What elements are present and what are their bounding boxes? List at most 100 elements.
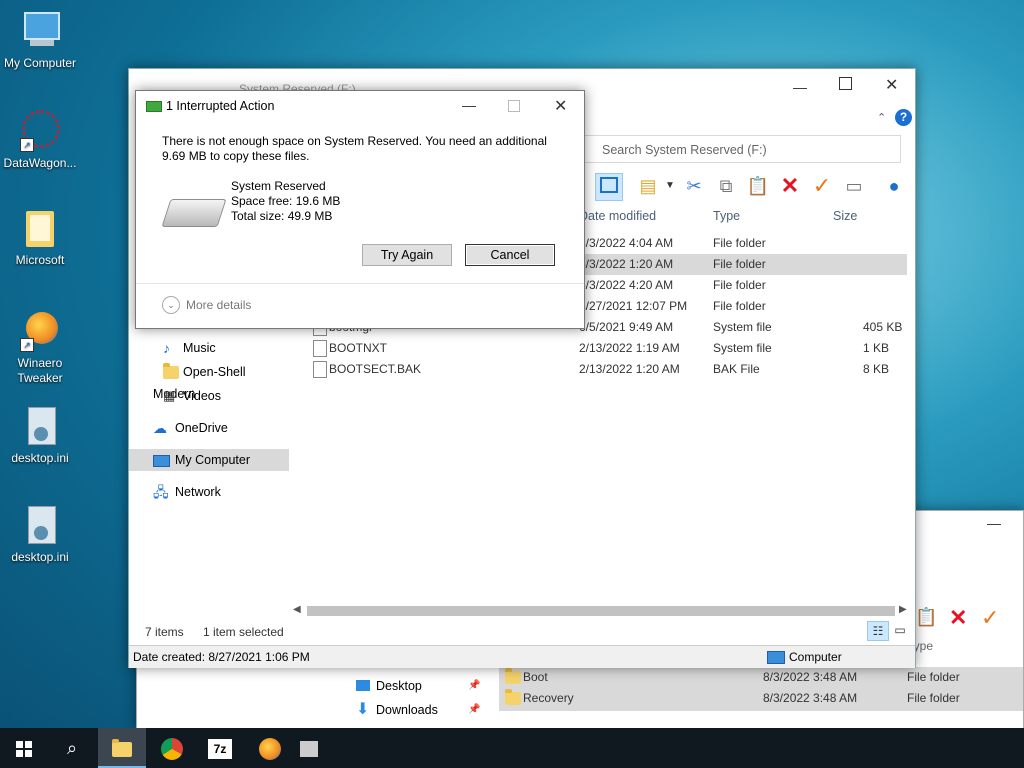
datawagon-icon: ↗ [20,110,60,154]
large-icons-view-icon[interactable]: ▭ [891,621,909,639]
search-box[interactable]: Search System Reserved (F:) [577,135,901,163]
dialog-title-bar[interactable]: 1 Interrupted Action — ✕ [136,91,584,121]
desktop-icon [356,680,370,691]
paste-icon[interactable]: 📋 [745,173,771,199]
dialog-message: There is not enough space on System Rese… [162,134,547,163]
maximize-button[interactable] [839,77,852,90]
status-item-count: 7 items [145,625,184,639]
folder-icon [505,668,521,685]
column-size[interactable]: Size [833,209,857,223]
folder-icon [505,689,521,706]
back-nav-lower: Desktop 📌 ⬇ Downloads 📌 [324,666,498,728]
table-row[interactable]: BOOTNXT 2/13/2022 1:19 AM System file 1 … [297,338,907,359]
table-row[interactable]: Boot 8/3/2022 3:48 AM File folder [499,667,1023,688]
taskbar: ⌕ 7z [0,728,1024,768]
system-file-icon [313,340,327,358]
column-headers: Date modified Type Size [579,207,909,231]
start-icon[interactable] [0,728,48,768]
interrupted-action-dialog[interactable]: 1 Interrupted Action — ✕ There is not en… [135,90,585,329]
desktop-icon-microsoft[interactable]: Microsoft [0,207,80,268]
close-button[interactable]: ✕ [885,75,898,95]
toolbar: ▤ ▼ ✂ ⧉ 📋 ✕ ✓ ▭ ● [593,173,915,203]
paste-icon[interactable]: 📋 [915,607,937,628]
chevron-down-icon: ⌄ [162,296,180,314]
settings-file-icon [20,504,60,548]
desktop-icon-winaero-tweaker[interactable]: ↗ Winaero Tweaker [0,310,80,386]
pin-icon[interactable]: 📌 [468,699,480,721]
ribbon-collapse-icon[interactable]: ⌃ [877,111,886,124]
space-free: Space free: 19.6 MB [231,194,341,208]
table-row[interactable]: BOOTSECT.BAK 2/13/2022 1:20 AM BAK File … [297,359,907,380]
nav-videos[interactable]: ▦ Videos [129,385,289,407]
details-bar: Date created: 8/27/2021 1:06 PM Computer [129,645,915,668]
winaero-icon: ↗ [20,310,60,354]
cut-icon[interactable]: ✂ [681,173,707,199]
dialog-title: 1 Interrupted Action [166,99,275,113]
nav-my-computer[interactable]: My Computer [129,449,289,471]
app-icon[interactable] [294,728,324,768]
back-toolbar: 📋 ✕ ✓ [915,605,1023,633]
desktop-icon-desktop-ini-1[interactable]: desktop.ini [0,405,80,466]
folder-icon [20,207,60,251]
file-explorer-icon[interactable] [98,728,146,768]
column-type[interactable]: Type [713,209,740,223]
nav-music[interactable]: ♪ Music [129,337,289,359]
quick-access-desktop[interactable]: Desktop 📌 [324,675,484,697]
more-details-label: More details [186,298,252,312]
videos-icon: ▦ [163,388,176,403]
computer-icon [767,651,785,664]
maximize-button[interactable] [508,100,520,112]
drive-icon [161,199,227,227]
help-icon[interactable]: ? [895,109,912,126]
delete-icon[interactable]: ✕ [949,605,967,631]
table-row[interactable]: Recovery 8/3/2022 3:48 AM File folder [499,688,1023,709]
total-size: Total size: 49.9 MB [231,209,333,223]
7zip-icon[interactable]: 7z [196,728,244,768]
try-again-button[interactable]: Try Again [362,244,452,266]
desktop-icon-my-computer[interactable]: My Computer [0,10,80,71]
properties-icon[interactable]: ▭ [841,173,867,199]
minimize-button[interactable]: — [793,79,807,95]
minimize-button[interactable]: — [462,97,476,113]
search-icon[interactable]: ⌕ [48,728,96,768]
details-view-icon[interactable]: ☷ [867,621,889,641]
date-created: Date created: 8/27/2021 1:06 PM [133,650,310,664]
computer-icon [20,10,60,54]
nav-onedrive[interactable]: ☁ OneDrive [129,417,289,439]
computer-icon [153,455,170,467]
nav-open-shell-modern[interactable]: Open-Shell Modern [129,361,289,401]
rename-icon[interactable]: ✓ [809,173,835,199]
delete-icon[interactable]: ✕ [777,173,803,199]
navigation-pane: ♪ Music Open-Shell Modern ▦ Videos ☁ One… [129,325,289,505]
pin-icon[interactable]: 📌 [468,675,480,697]
desktop-icon-datawagon[interactable]: ↗ DataWagon... [0,110,80,171]
internet-options-icon[interactable]: ● [881,173,907,199]
cancel-button[interactable]: Cancel [465,244,555,266]
location-label: Computer [789,650,842,664]
network-icon: 🖧 [153,484,169,500]
desktop-icon-desktop-ini-2[interactable]: desktop.ini [0,504,80,565]
scroll-thumb[interactable] [307,606,895,616]
nav-network[interactable]: 🖧 Network [129,481,289,503]
dropdown-icon[interactable]: ▼ [657,173,683,199]
rename-icon[interactable]: ✓ [981,605,999,631]
scroll-right-icon[interactable]: ▶ [899,604,907,615]
search-placeholder: Search System Reserved (F:) [602,143,767,157]
minimize-button[interactable]: — [987,515,1007,531]
column-date-modified[interactable]: Date modified [579,209,656,223]
app-icon[interactable] [246,728,294,768]
chrome-icon[interactable] [148,728,196,768]
copy-icon[interactable]: ⧉ [713,173,739,199]
dialog-divider [136,283,584,284]
status-selected-count: 1 item selected [203,625,284,639]
back-file-list: Boot 8/3/2022 3:48 AM File folder Recove… [499,667,1023,711]
scroll-left-icon[interactable]: ◀ [293,604,301,615]
onedrive-icon: ☁ [153,420,167,436]
quick-access-downloads[interactable]: ⬇ Downloads 📌 [324,699,484,721]
preview-pane-icon[interactable] [595,173,623,201]
horizontal-scrollbar[interactable]: ◀ ▶ [291,603,911,619]
close-button[interactable]: ✕ [554,96,567,116]
folder-icon [163,363,179,380]
copy-dialog-icon [146,101,162,112]
downloads-icon: ⬇ [356,701,370,718]
